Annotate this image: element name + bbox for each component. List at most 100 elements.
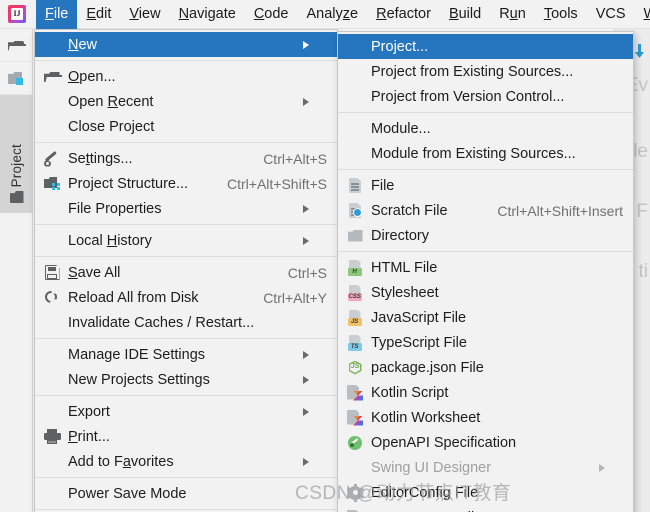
submenu-item-project[interactable]: Project... bbox=[338, 34, 633, 59]
submenu-item-stylesheet-label: Stylesheet bbox=[371, 284, 439, 301]
no-icon bbox=[43, 403, 61, 420]
project-tab-label: Project bbox=[9, 143, 24, 187]
new-submenu-popup: Project... Project from Existing Sources… bbox=[337, 31, 634, 512]
menu-separator bbox=[35, 477, 337, 478]
submenu-item-module[interactable]: Module... bbox=[338, 116, 633, 141]
menu-separator bbox=[35, 509, 337, 510]
menu-separator bbox=[338, 169, 633, 170]
menu-item-local-history[interactable]: Local History bbox=[35, 228, 337, 253]
menu-separator bbox=[338, 251, 633, 252]
submenu-item-project-label: Project... bbox=[371, 38, 429, 55]
submenu-item-editorconfig-file[interactable]: EditorConfig File bbox=[338, 480, 633, 505]
submenu-item-html-file[interactable]: H HTML File bbox=[338, 255, 633, 280]
no-icon bbox=[43, 314, 61, 331]
html-file-icon: H bbox=[346, 259, 364, 276]
chevron-right-icon bbox=[303, 204, 327, 213]
menubar-item-navigate[interactable]: Navigate bbox=[170, 0, 245, 29]
ghost-text-2: F bbox=[636, 201, 648, 222]
menu-item-reload-all-from-disk[interactable]: Reload All from Disk Ctrl+Alt+Y bbox=[35, 285, 337, 310]
submenu-item-scratch-file[interactable]: Scratch File Ctrl+Alt+Shift+Insert bbox=[338, 198, 633, 223]
menu-item-save-all[interactable]: Save All Ctrl+S bbox=[35, 260, 337, 285]
no-icon bbox=[346, 120, 364, 137]
submenu-item-openapi-specification[interactable]: OpenAPI Specification bbox=[338, 430, 633, 455]
menu-item-file-properties[interactable]: File Properties bbox=[35, 196, 337, 221]
menu-item-power-save-mode-label: Power Save Mode bbox=[68, 485, 187, 502]
intellij-idea-logo-icon bbox=[8, 5, 26, 23]
menu-item-print[interactable]: Print... bbox=[35, 424, 337, 449]
project-structure-icon bbox=[43, 175, 61, 192]
menu-item-reload-label: Reload All from Disk bbox=[68, 289, 199, 306]
submenu-item-kotlin-worksheet[interactable]: Kotlin Worksheet bbox=[338, 405, 633, 430]
menu-item-export-label: Export bbox=[68, 403, 110, 420]
reload-icon bbox=[43, 289, 61, 306]
menu-item-new-projects-settings[interactable]: New Projects Settings bbox=[35, 367, 337, 392]
menu-item-settings[interactable]: Settings... Ctrl+Alt+S bbox=[35, 146, 337, 171]
menu-item-settings-shortcut: Ctrl+Alt+S bbox=[263, 150, 327, 167]
menu-item-open[interactable]: Open... bbox=[35, 64, 337, 89]
submenu-item-kotlin-script[interactable]: Kotlin Script bbox=[338, 380, 633, 405]
menu-item-project-structure[interactable]: Project Structure... Ctrl+Alt+Shift+S bbox=[35, 171, 337, 196]
menubar-item-edit[interactable]: Edit bbox=[77, 0, 120, 29]
project-folder-icon bbox=[9, 191, 24, 203]
submenu-item-stylesheet[interactable]: CSS Stylesheet bbox=[338, 280, 633, 305]
submenu-item-resource-bundle[interactable]: Resource Bundle bbox=[338, 505, 633, 512]
submenu-item-swing-ui-designer-label: Swing UI Designer bbox=[371, 459, 492, 476]
menubar-item-code[interactable]: Code bbox=[245, 0, 298, 29]
chevron-right-icon bbox=[303, 97, 327, 106]
folder-open-icon bbox=[8, 39, 25, 52]
submenu-item-typescript-file[interactable]: TS TypeScript File bbox=[338, 330, 633, 355]
menu-item-new[interactable]: New bbox=[35, 32, 337, 57]
submenu-item-editorconfig-file-label: EditorConfig File bbox=[371, 484, 479, 501]
no-icon bbox=[43, 200, 61, 217]
file-menu-popup: New Open... Open Recent Close Project Se… bbox=[34, 29, 338, 512]
print-icon bbox=[43, 428, 61, 445]
menubar-item-run[interactable]: Run bbox=[490, 0, 535, 29]
ghost-text-3: ti bbox=[638, 261, 649, 282]
menubar-item-refactor[interactable]: Refactor bbox=[367, 0, 440, 29]
submenu-item-javascript-file-label: JavaScript File bbox=[371, 309, 467, 326]
submenu-item-project-from-existing-sources-label: Project from Existing Sources... bbox=[371, 63, 574, 80]
js-file-icon: JS bbox=[346, 309, 364, 326]
css-file-icon: CSS bbox=[346, 284, 364, 301]
menu-item-invalidate-caches[interactable]: Invalidate Caches / Restart... bbox=[35, 310, 337, 335]
menu-item-manage-ide-settings-label: Manage IDE Settings bbox=[68, 346, 206, 363]
menubar-item-analyze[interactable]: Analyze bbox=[298, 0, 368, 29]
menu-item-add-to-favorites[interactable]: Add to Favorites bbox=[35, 449, 337, 474]
menubar-item-tools[interactable]: Tools bbox=[535, 0, 587, 29]
menu-item-power-save-mode[interactable]: Power Save Mode bbox=[35, 481, 337, 506]
menu-item-export[interactable]: Export bbox=[35, 399, 337, 424]
menu-item-project-structure-shortcut: Ctrl+Alt+Shift+S bbox=[227, 175, 327, 192]
submenu-item-project-from-version-control[interactable]: Project from Version Control... bbox=[338, 84, 633, 109]
menubar-item-view[interactable]: View bbox=[120, 0, 169, 29]
submenu-item-project-from-existing-sources[interactable]: Project from Existing Sources... bbox=[338, 59, 633, 84]
menu-item-open-recent[interactable]: Open Recent bbox=[35, 89, 337, 114]
no-icon bbox=[43, 36, 61, 53]
chevron-right-icon bbox=[303, 40, 327, 49]
submenu-item-javascript-file[interactable]: JS JavaScript File bbox=[338, 305, 633, 330]
menu-item-close-project[interactable]: Close Project bbox=[35, 114, 337, 139]
sidebar-item-project[interactable]: Project bbox=[0, 95, 33, 213]
menu-item-new-projects-settings-label: New Projects Settings bbox=[68, 371, 210, 388]
toolstrip-module-button[interactable] bbox=[0, 62, 33, 95]
chevron-right-icon bbox=[303, 375, 327, 384]
menu-item-manage-ide-settings[interactable]: Manage IDE Settings bbox=[35, 342, 337, 367]
menubar-item-file[interactable]: File bbox=[36, 0, 78, 29]
scratch-file-icon bbox=[346, 202, 364, 219]
submenu-item-directory[interactable]: Directory bbox=[338, 223, 633, 248]
submenu-item-file[interactable]: File bbox=[338, 173, 633, 198]
menu-separator bbox=[35, 224, 337, 225]
menu-item-save-all-shortcut: Ctrl+S bbox=[287, 264, 327, 281]
menubar-item-build[interactable]: Build bbox=[440, 0, 490, 29]
toolstrip-open-button[interactable] bbox=[0, 29, 33, 62]
no-icon bbox=[43, 346, 61, 363]
kotlin-script-icon bbox=[346, 384, 364, 401]
chevron-right-icon bbox=[303, 236, 327, 245]
submenu-item-directory-label: Directory bbox=[371, 227, 430, 244]
menubar-item-window[interactable]: Windo bbox=[635, 0, 650, 29]
menu-item-reload-shortcut: Ctrl+Alt+Y bbox=[263, 289, 327, 306]
submenu-item-package-json-file[interactable]: JS package.json File bbox=[338, 355, 633, 380]
wrench-icon bbox=[43, 150, 61, 167]
submenu-item-kotlin-script-label: Kotlin Script bbox=[371, 384, 449, 401]
menubar-item-vcs[interactable]: VCS bbox=[587, 0, 635, 29]
submenu-item-module-from-existing-sources[interactable]: Module from Existing Sources... bbox=[338, 141, 633, 166]
